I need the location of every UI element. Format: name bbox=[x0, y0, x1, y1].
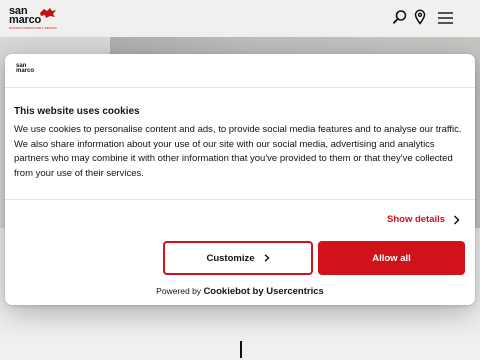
dialog-title: This website uses cookies bbox=[14, 106, 140, 117]
powered-by: Powered by Cookiebot by Usercentrics bbox=[5, 285, 475, 298]
chevron-right-icon[interactable] bbox=[453, 215, 460, 225]
divider bbox=[5, 87, 475, 88]
cookiebot-link[interactable]: Cookiebot by Usercentrics bbox=[203, 286, 323, 297]
customize-button[interactable]: Customize bbox=[163, 241, 313, 275]
show-details-link[interactable]: Show details bbox=[387, 213, 445, 227]
allow-all-button[interactable]: Allow all bbox=[318, 241, 465, 275]
powered-by-prefix: Powered by bbox=[156, 286, 202, 296]
cookie-consent-dialog: san marco This website uses cookies We u… bbox=[5, 54, 475, 305]
dialog-logo-text: san marco bbox=[16, 63, 35, 74]
dialog-body-text: We use cookies to personalise content an… bbox=[14, 124, 462, 179]
customize-button-label: Customize bbox=[206, 252, 255, 264]
dialog-brand-logo: san marco bbox=[16, 63, 42, 78]
divider bbox=[5, 199, 475, 200]
chevron-right-icon bbox=[264, 254, 270, 262]
allow-all-button-label: Allow all bbox=[372, 252, 411, 264]
